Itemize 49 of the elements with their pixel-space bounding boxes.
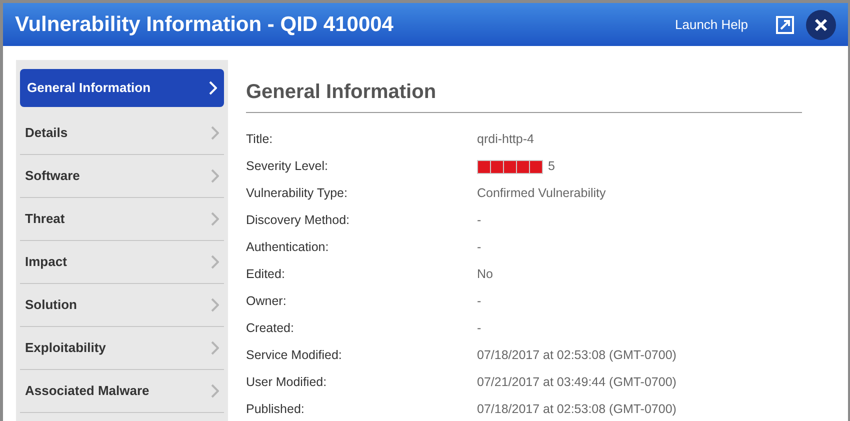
- field-label: Edited:: [246, 266, 286, 284]
- field-value: 07/21/2017 at 03:49:44 (GMT-0700): [477, 374, 676, 392]
- severity-block: [491, 160, 503, 172]
- section-heading: General Information: [246, 80, 438, 105]
- field-label: Title:: [246, 131, 274, 148]
- field-value: No: [477, 266, 493, 284]
- sidebar-item[interactable]: Impact: [20, 241, 224, 284]
- severity-block: [517, 160, 529, 172]
- sidebar-item[interactable]: Threat: [20, 198, 224, 241]
- sidebar-item[interactable]: Exploitability: [20, 327, 224, 370]
- severity-block: [530, 160, 542, 172]
- sidebar-item[interactable]: Details: [20, 112, 224, 155]
- chevron-icon: [211, 255, 219, 269]
- field-label: Vulnerability Type:: [246, 185, 348, 202]
- sidebar-item[interactable]: Software: [20, 155, 224, 198]
- launch-help-link[interactable]: Launch Help: [675, 14, 748, 34]
- field-label: Published:: [246, 401, 306, 418]
- field-label: Created:: [246, 320, 295, 338]
- popout-icon[interactable]: [776, 16, 794, 34]
- severity-block: [504, 160, 516, 172]
- field-label: Owner:: [246, 293, 288, 310]
- chevron-icon: [211, 126, 219, 140]
- field-value: -: [477, 212, 482, 230]
- field-value: -: [477, 239, 482, 256]
- field-value: Confirmed Vulnerability: [477, 185, 606, 202]
- close-button[interactable]: [806, 10, 836, 40]
- chevron-icon: [211, 341, 219, 355]
- chevron-icon: [209, 81, 217, 95]
- field-value: -: [477, 293, 482, 310]
- chevron-icon: [211, 298, 219, 312]
- field-label: Authentication:: [246, 239, 330, 256]
- chevron-icon: [211, 384, 219, 398]
- chevron-icon: [211, 169, 219, 183]
- field-label: Severity Level:: [246, 158, 329, 176]
- field-label: Service Modified:: [246, 347, 343, 364]
- field-value: 07/18/2017 at 02:53:08 (GMT-0700): [477, 347, 676, 364]
- sidebar-item[interactable]: General Information: [20, 69, 224, 107]
- sidebar-item[interactable]: Solution: [20, 284, 224, 327]
- severity-block: [478, 160, 490, 172]
- close-icon: [814, 18, 828, 32]
- field-label: Discovery Method:: [246, 212, 351, 230]
- field-value: 07/18/2017 at 02:53:08 (GMT-0700): [477, 401, 676, 418]
- window-title: Vulnerability Information - QID 410004: [15, 12, 394, 38]
- field-value: qrdi-http-4: [477, 131, 534, 148]
- sidebar-item[interactable]: Associated Malware: [20, 370, 224, 413]
- field-value: 5: [548, 158, 555, 176]
- field-value: -: [477, 320, 482, 338]
- chevron-icon: [211, 212, 219, 226]
- field-label: User Modified:: [246, 374, 328, 392]
